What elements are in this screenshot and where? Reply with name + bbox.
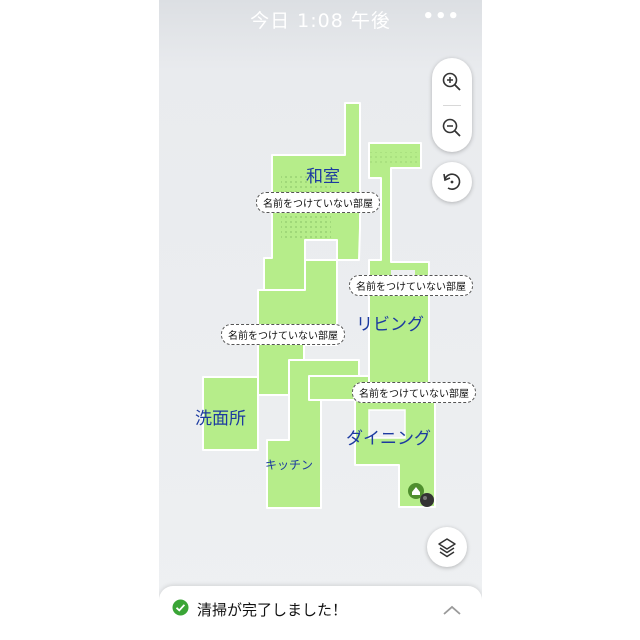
more-icon[interactable]: •••	[422, 6, 460, 27]
zoom-divider	[443, 105, 461, 106]
status-sheet[interactable]: 清掃が完了しました！	[159, 586, 482, 640]
zoom-in-icon	[442, 72, 461, 91]
zoom-out-button[interactable]	[432, 108, 472, 148]
unnamed-room-tag[interactable]: 名前をつけていない部屋	[256, 192, 380, 213]
room-label-senmenjo[interactable]: 洗面所	[195, 404, 246, 429]
rotate-button[interactable]	[432, 162, 472, 202]
zoom-controls	[432, 58, 472, 152]
unnamed-room-tag[interactable]: 名前をつけていない部屋	[221, 324, 345, 345]
rotate-icon	[443, 173, 461, 190]
room-label-washitsu[interactable]: 和室	[306, 162, 340, 187]
room-label-kitchen[interactable]: キッチン	[265, 456, 313, 473]
room-label-dining[interactable]: ダイニング	[346, 424, 431, 449]
zoom-in-button[interactable]	[432, 62, 472, 102]
layers-icon	[438, 538, 456, 558]
phone-screen: 今日 1:08 午後 ••• 和室 リビング 洗面所 ダイニング キッチン 名前…	[159, 0, 482, 640]
unnamed-room-tag[interactable]: 名前をつけていない部屋	[349, 275, 473, 296]
layers-button[interactable]	[427, 527, 467, 567]
chevron-up-icon[interactable]	[442, 604, 462, 616]
zoom-out-icon	[442, 118, 461, 137]
robot-icon	[420, 493, 434, 507]
room-label-living[interactable]: リビング	[356, 310, 424, 335]
unnamed-room-tag[interactable]: 名前をつけていない部屋	[352, 382, 476, 403]
cleaning-status-message: 清掃が完了しました！	[197, 601, 348, 619]
check-circle-icon	[172, 599, 189, 616]
